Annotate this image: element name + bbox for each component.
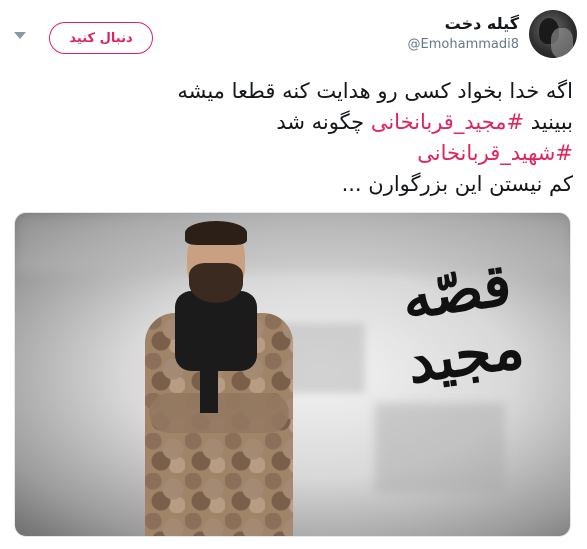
person-hair [185,221,247,245]
tweet-text-segment: ببینید [524,110,573,134]
tweet-line-1: اگه خدا بخواد کسی رو هدایت کنه قطعا میشه [177,79,573,103]
avatar-highlight [551,28,573,58]
hashtag-link[interactable]: #مجید_قربانخانی [371,110,524,134]
tweet-line-3: #شهید_قربانخانی [13,138,573,169]
person-arms [149,393,289,433]
person-scarf-tail [200,343,218,413]
avatar[interactable] [529,10,577,58]
tweet-line-4: کم نیستن این بزرگوارن ... [341,172,573,196]
user-handle[interactable]: @Emohammadi8 [408,37,519,52]
tweet-line-2: ببینید #مجید_قربانخانی چگونه شد [13,107,573,138]
hashtag-link[interactable]: #شهید_قربانخانی [417,141,573,165]
image-title-calligraphy: قصّه مجید [397,250,528,397]
tweet-text: اگه خدا بخواد کسی رو هدایت کنه قطعا میشه… [13,76,573,200]
tweet-card: گیله دخت @Emohammadi8 دنبال کنید اگه خدا… [0,0,587,549]
chevron-down-icon[interactable] [14,32,26,39]
display-name[interactable]: گیله دخت [445,14,519,33]
person-beard [189,263,243,303]
image-person [145,221,295,536]
tweet-image[interactable]: قصّه مجید [14,212,571,537]
tweet-text-segment: چگونه شد [276,110,371,134]
follow-button[interactable]: دنبال کنید [49,22,153,54]
